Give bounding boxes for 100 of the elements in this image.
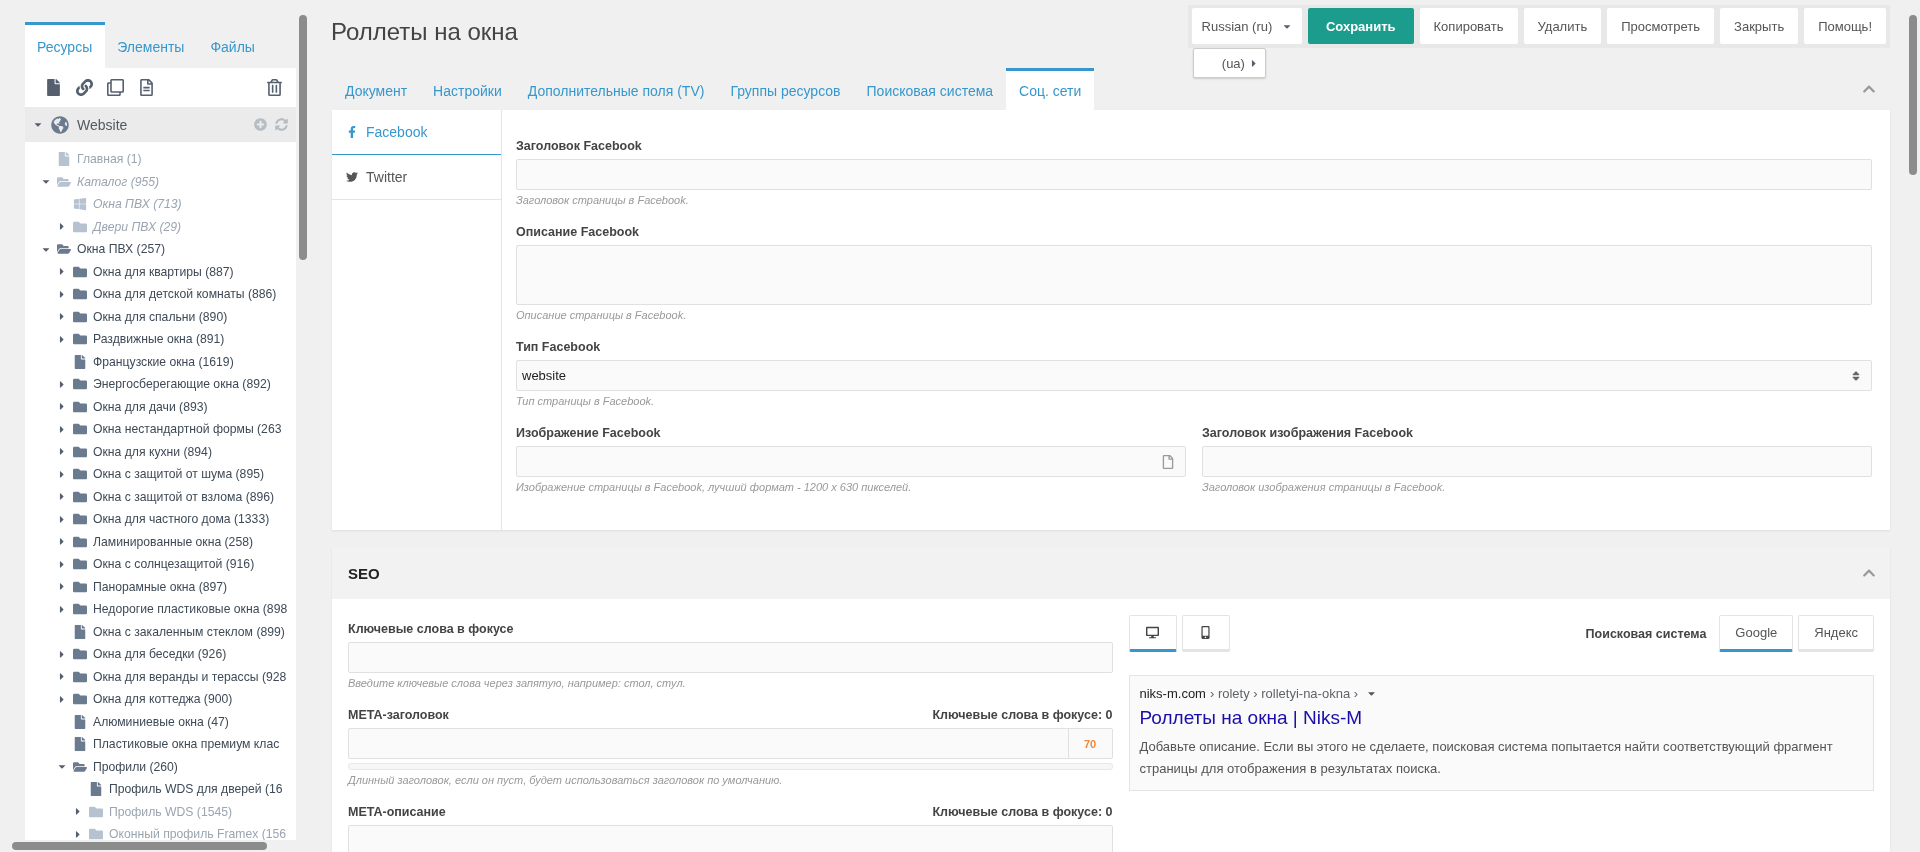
search-engine-button[interactable]: Яндекс: [1798, 615, 1874, 652]
expand-caret-icon[interactable]: [57, 693, 67, 705]
folder-icon: [73, 692, 87, 707]
tree-item[interactable]: Окна для беседки (926): [93, 647, 227, 662]
preview-title: Роллеты на окна | Niks-M: [1139, 707, 1364, 729]
document-icon: [57, 152, 71, 167]
expand-caret-icon[interactable]: [57, 288, 67, 300]
expand-caret-icon[interactable]: [57, 648, 67, 660]
expand-caret-icon[interactable]: [57, 468, 67, 480]
help-text: Заголовок изображения страницы в Facebook.: [1202, 481, 1447, 493]
expand-caret-icon[interactable]: [57, 671, 67, 683]
tree-item[interactable]: Профили (260): [93, 759, 178, 774]
field-label: META-описание: [348, 805, 446, 819]
expand-caret-icon[interactable]: [57, 266, 67, 278]
expand-caret-icon[interactable]: [57, 221, 67, 233]
sort-arrows-icon: [1850, 369, 1862, 382]
expand-caret-icon[interactable]: [57, 536, 67, 548]
document-icon: [73, 737, 87, 752]
expand-caret-icon[interactable]: [57, 333, 67, 345]
facebook-icon: [346, 126, 358, 138]
expand-caret-icon[interactable]: [57, 423, 67, 435]
help-text: Тип страницы в Facebook.: [516, 395, 656, 407]
context-label[interactable]: Website: [77, 116, 128, 133]
tree-item[interactable]: Алюминиевые окна (47): [93, 714, 229, 729]
expand-caret-icon[interactable]: [73, 828, 83, 840]
tree-item[interactable]: Окна с закаленным стеклом (899): [93, 624, 285, 639]
folder-icon: [73, 602, 87, 617]
expand-caret-icon[interactable]: [57, 513, 67, 525]
tree-item[interactable]: Окна нестандартной формы (263: [93, 422, 282, 437]
document-lines-icon[interactable]: [138, 79, 155, 96]
expand-caret-icon[interactable]: [57, 378, 67, 390]
expand-caret-icon[interactable]: [73, 806, 83, 818]
folder-icon: [73, 647, 87, 662]
trash-icon[interactable]: [266, 79, 283, 96]
twitter-icon: [346, 171, 358, 183]
tree-item[interactable]: Профиль WDS для дверей (16: [109, 782, 283, 797]
new-document-icon[interactable]: [45, 79, 62, 96]
folder-icon: [73, 309, 87, 324]
tree-item[interactable]: Недорогие пластиковые окна (898: [93, 602, 288, 617]
preview-path: › rolety › rolletyi-na-okna ›: [1209, 686, 1359, 701]
tree-item[interactable]: Окна с солнцезащитой (916): [93, 557, 255, 572]
tree-item[interactable]: Окна для коттеджа (900): [93, 692, 233, 707]
toolbar-button[interactable]: Закрыть: [1720, 8, 1799, 44]
tree-item[interactable]: Панорамные окна (897): [93, 579, 228, 594]
expand-caret-icon[interactable]: [57, 581, 67, 593]
file-field[interactable]: [516, 446, 1186, 477]
toolbar-button[interactable]: Просмотреть: [1607, 8, 1715, 44]
tree-item[interactable]: Раздвижные окна (891): [93, 332, 225, 347]
tree-item[interactable]: Ламинированные окна (258): [93, 534, 253, 549]
toolbar-button[interactable]: Удалить: [1523, 8, 1602, 44]
input-field[interactable]: [1202, 446, 1872, 477]
language-dropdown[interactable]: Russian (ru): [1191, 8, 1302, 44]
page-title: Роллеты на окна: [331, 18, 518, 46]
link-icon[interactable]: [76, 79, 93, 96]
open-folder-icon: [73, 759, 87, 774]
mobile-button[interactable]: [1181, 615, 1230, 652]
tree-item[interactable]: Окна с защитой от взлома (896): [93, 489, 275, 504]
tree-item[interactable]: Пластиковые окна премиум клас: [93, 737, 280, 752]
tree-item[interactable]: Окна для квартиры (887): [93, 264, 234, 279]
tree-item[interactable]: Окна с защитой от шума (895): [93, 467, 264, 482]
folder-icon: [73, 399, 87, 414]
tree-item[interactable]: Окна для кухни (894): [93, 444, 212, 459]
select-field[interactable]: website: [516, 360, 1872, 391]
folder-icon: [73, 669, 87, 684]
tree-item[interactable]: Французские окна (1619): [93, 354, 234, 369]
expand-caret-icon[interactable]: [57, 603, 67, 615]
document-icon: [73, 354, 87, 369]
toolbar-button[interactable]: Помощь!: [1804, 8, 1886, 44]
monitor-icon: [1146, 626, 1159, 639]
toolbar-button[interactable]: Копировать: [1419, 8, 1518, 44]
search-engine-button[interactable]: Google: [1719, 615, 1794, 652]
field-label: Ключевые слова в фокусе: [348, 622, 515, 636]
field-label: Изображение Facebook: [516, 426, 662, 440]
desktop-button[interactable]: [1128, 615, 1177, 652]
expand-caret-icon[interactable]: [57, 558, 67, 570]
folder-icon: [73, 219, 87, 234]
tree-item[interactable]: Окна для веранды и терассы (928: [93, 669, 287, 684]
tree-item[interactable]: Окна для детской комнаты (886): [93, 287, 277, 302]
input-field[interactable]: [516, 159, 1872, 190]
expand-caret-icon[interactable]: [57, 401, 67, 413]
tree-item[interactable]: Энергосберегающие окна (892): [93, 377, 271, 392]
tree-item[interactable]: Окна для спальни (890): [93, 309, 228, 324]
input-field[interactable]: [348, 825, 1113, 852]
search-engine-label: Поисковая система: [1585, 626, 1707, 641]
tree-item[interactable]: Окна для частного дома (1333): [93, 512, 270, 527]
expand-caret-icon[interactable]: [57, 446, 67, 458]
windows-icon: [73, 197, 87, 212]
tree-item[interactable]: Окна для дачи (893): [93, 399, 208, 414]
keyword-counter: Ключевые слова в фокусе: 0: [932, 708, 1113, 722]
input-field[interactable]: [348, 642, 1113, 673]
preview-description: Добавьте описание. Если вы этого не сделаете, поисковая система попытается найти соответствующий фрагмент страницы для отображения в результатах поиска.: [1139, 738, 1834, 778]
field-label: META-заголовок: [348, 708, 449, 722]
expand-caret-icon[interactable]: [57, 491, 67, 503]
folder-icon: [73, 377, 87, 392]
keyword-counter: Ключевые слова в фокусе: 0: [932, 805, 1113, 819]
social-tab[interactable]: Twitter: [332, 155, 501, 200]
expand-caret-icon[interactable]: [57, 311, 67, 323]
language-submenu-item[interactable]: (ua): [1192, 48, 1266, 78]
copy-icon[interactable]: [107, 79, 124, 96]
tree-item[interactable]: Окна ПВХ (257): [77, 242, 166, 257]
